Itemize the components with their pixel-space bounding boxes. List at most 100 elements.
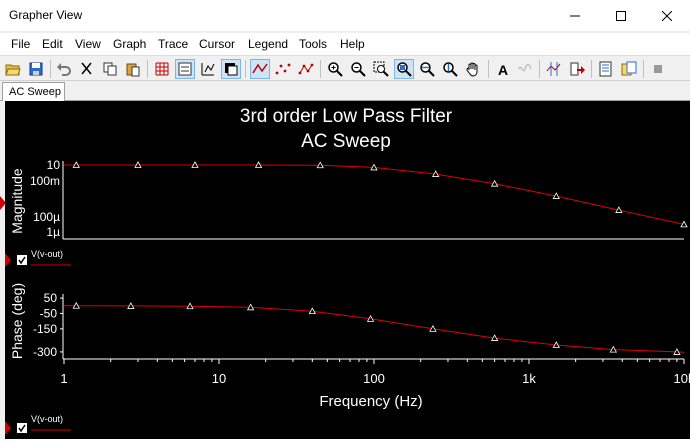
selection-marks-button[interactable] [198,59,218,79]
magnitude-axis-label: Magnitude [9,168,25,234]
toolbar-separator [245,60,246,78]
close-icon [662,10,672,21]
zoom-out-icon [351,62,366,77]
reverse-colors-icon [225,63,238,76]
stop-button[interactable] [648,59,668,79]
toolbar-separator [643,60,644,78]
title-bar: Grapher View [0,0,690,31]
magnitude-tick-label: 100m [30,174,60,188]
minimize-icon [570,15,580,16]
maximize-icon [616,10,626,21]
cut-button[interactable] [77,59,97,79]
magnitude-tick-label: 10 [47,158,61,172]
magnitude-tick-label: 1µ [46,225,60,239]
paste-button[interactable] [123,59,143,79]
menu-tools[interactable]: Tools [299,37,327,51]
grid-icon [155,62,169,76]
graph-title: 3rd order Low Pass Filter [240,106,453,127]
maximize-button[interactable] [598,0,644,31]
menu-trace[interactable]: Trace [158,37,188,51]
hand-icon [466,62,478,77]
legend-button[interactable] [175,59,195,79]
undo-icon [57,63,71,76]
zoom-y-icon [443,62,458,77]
show-points-button[interactable] [273,59,293,79]
zoom-in-button[interactable] [325,59,345,79]
legend-checkbox[interactable] [17,423,27,433]
menu-view[interactable]: View [75,37,101,51]
minimize-button[interactable] [552,0,598,31]
menu-cursor[interactable]: Cursor [199,37,235,51]
tab-ac-sweep[interactable]: AC Sweep [2,82,65,101]
tab-strip: AC Sweep [0,81,690,101]
legend-label: V(v-out) [31,249,63,259]
text-icon: A [498,62,508,77]
print-preview-button[interactable] [596,59,616,79]
overlay-button[interactable] [619,59,639,79]
phase-tick-label: -50 [40,306,58,320]
overlay-icon [621,61,637,76]
print-icon [599,61,612,77]
legend-label: V(v-out) [31,414,63,424]
x-tick-label: 100 [363,371,385,386]
export-button[interactable] [567,59,587,79]
x-tick-label: 1 [60,371,67,386]
copy-button[interactable] [100,59,120,79]
trace-marker-icon [5,253,11,267]
save-icon [29,62,43,76]
zoom-x-icon [420,62,435,77]
phase-series-line [64,305,685,353]
phase-tick-label: -150 [33,322,57,336]
frequency-x-ticks: 1 10 100 1k 10k [60,359,690,386]
export-icon [570,62,585,76]
grapher-window: Grapher View File Edit View Graph Trace … [0,0,690,439]
open-button[interactable] [3,59,23,79]
toolbar-separator [320,60,321,78]
line-point-plot-icon [298,63,314,75]
text-button[interactable]: A [493,59,513,79]
magnitude-tick-label: 100µ [33,210,60,224]
stop-icon [654,65,662,73]
zoom-y-button[interactable] [440,59,460,79]
show-lines-button[interactable] [250,59,270,79]
x-tick-label: 1k [522,371,536,386]
undo-button[interactable] [54,59,74,79]
magnitude-series-points [72,161,688,228]
show-lines-points-button[interactable] [296,59,316,79]
window-title: Grapher View [9,8,83,22]
legend-icon [178,62,192,76]
menu-help[interactable]: Help [340,37,365,51]
frequency-axis-label: Frequency (Hz) [319,393,422,410]
reverse-colors-button[interactable] [221,59,241,79]
paste-icon [126,63,140,77]
close-button[interactable] [644,0,690,31]
cursors-button[interactable] [544,59,564,79]
menu-file[interactable]: File [11,37,30,51]
point-plot-icon [275,63,291,75]
toolbar-separator [539,60,540,78]
pan-button[interactable] [463,59,483,79]
line-plot-icon [252,63,268,74]
menu-graph[interactable]: Graph [113,37,146,51]
legend-checkbox[interactable] [17,255,27,265]
graph-subtitle: AC Sweep [301,131,391,152]
toolbar-separator [147,60,148,78]
grid-button[interactable] [152,59,172,79]
menu-edit[interactable]: Edit [42,37,63,51]
save-button[interactable] [26,59,46,79]
trace-marker-icon [5,421,11,435]
zoom-out-button[interactable] [348,59,368,79]
zoom-x-button[interactable] [417,59,437,79]
menu-legend[interactable]: Legend [248,37,288,51]
selection-marks-icon [201,63,215,76]
svg-text:A: A [498,62,508,77]
phase-tick-label: 50 [44,291,58,305]
toolbar: A [0,55,690,81]
folder-open-icon [5,64,21,76]
zoom-area-button[interactable] [371,59,391,79]
zoom-full-button[interactable] [394,59,414,79]
disabled-tool-button[interactable] [516,59,536,79]
magnitude-series-line [64,164,685,225]
phase-axis-label: Phase (deg) [9,283,25,359]
zoom-full-icon [397,62,412,77]
